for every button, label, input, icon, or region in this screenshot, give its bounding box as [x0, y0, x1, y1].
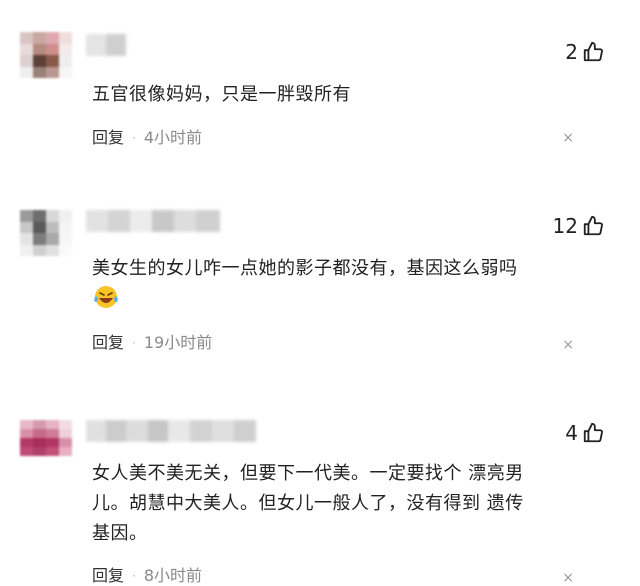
- separator-dot: ·: [132, 336, 136, 350]
- separator-dot: ·: [132, 131, 136, 145]
- thumbs-up-icon[interactable]: [582, 41, 604, 63]
- avatar[interactable]: [20, 210, 72, 256]
- close-icon[interactable]: ×: [562, 337, 574, 353]
- like-count: 12: [552, 214, 578, 238]
- like-count: 4: [565, 421, 578, 445]
- username-blurred[interactable]: [86, 420, 256, 442]
- comment-meta: 回复 · 8小时前: [92, 566, 202, 586]
- comment-meta: 回复 · 4小时前: [92, 128, 202, 148]
- timestamp: 19小时前: [143, 333, 213, 352]
- timestamp: 4小时前: [143, 128, 203, 147]
- username-blurred[interactable]: [86, 210, 220, 232]
- close-icon[interactable]: ×: [562, 570, 574, 586]
- like-count: 2: [565, 40, 578, 64]
- comment-text: 美女生的女儿咋一点她的影子都没有，基因这么弱吗: [92, 258, 518, 279]
- avatar[interactable]: [20, 420, 72, 456]
- username-blurred[interactable]: [86, 34, 126, 56]
- thumbs-up-icon[interactable]: [582, 215, 604, 237]
- reply-button[interactable]: 回复: [92, 566, 124, 586]
- timestamp: 8小时前: [143, 566, 203, 585]
- close-icon[interactable]: ×: [562, 130, 574, 146]
- thumbs-up-icon[interactable]: [582, 422, 604, 444]
- comment-text-line: 基因。: [92, 523, 148, 544]
- separator-dot: ·: [132, 569, 136, 583]
- reply-button[interactable]: 回复: [92, 333, 124, 353]
- comment-text: 女人美不美无关，但要下一代美。一定要找个 漂亮男 儿。胡慧中大美人。但女儿一般人…: [92, 459, 592, 549]
- avatar[interactable]: [20, 32, 72, 78]
- comment-meta: 回复 · 19小时前: [92, 333, 212, 353]
- reply-button[interactable]: 回复: [92, 128, 124, 148]
- comment-text-line: 女人美不美无关，但要下一代美。一定要找个 漂亮男: [92, 463, 524, 484]
- comment-text-line: 儿。胡慧中大美人。但女儿一般人了，没有得到 遗传: [92, 493, 524, 514]
- comment-text: 五官很像妈妈，只是一胖毁所有: [92, 84, 351, 105]
- laughing-crying-face-icon: [94, 286, 118, 308]
